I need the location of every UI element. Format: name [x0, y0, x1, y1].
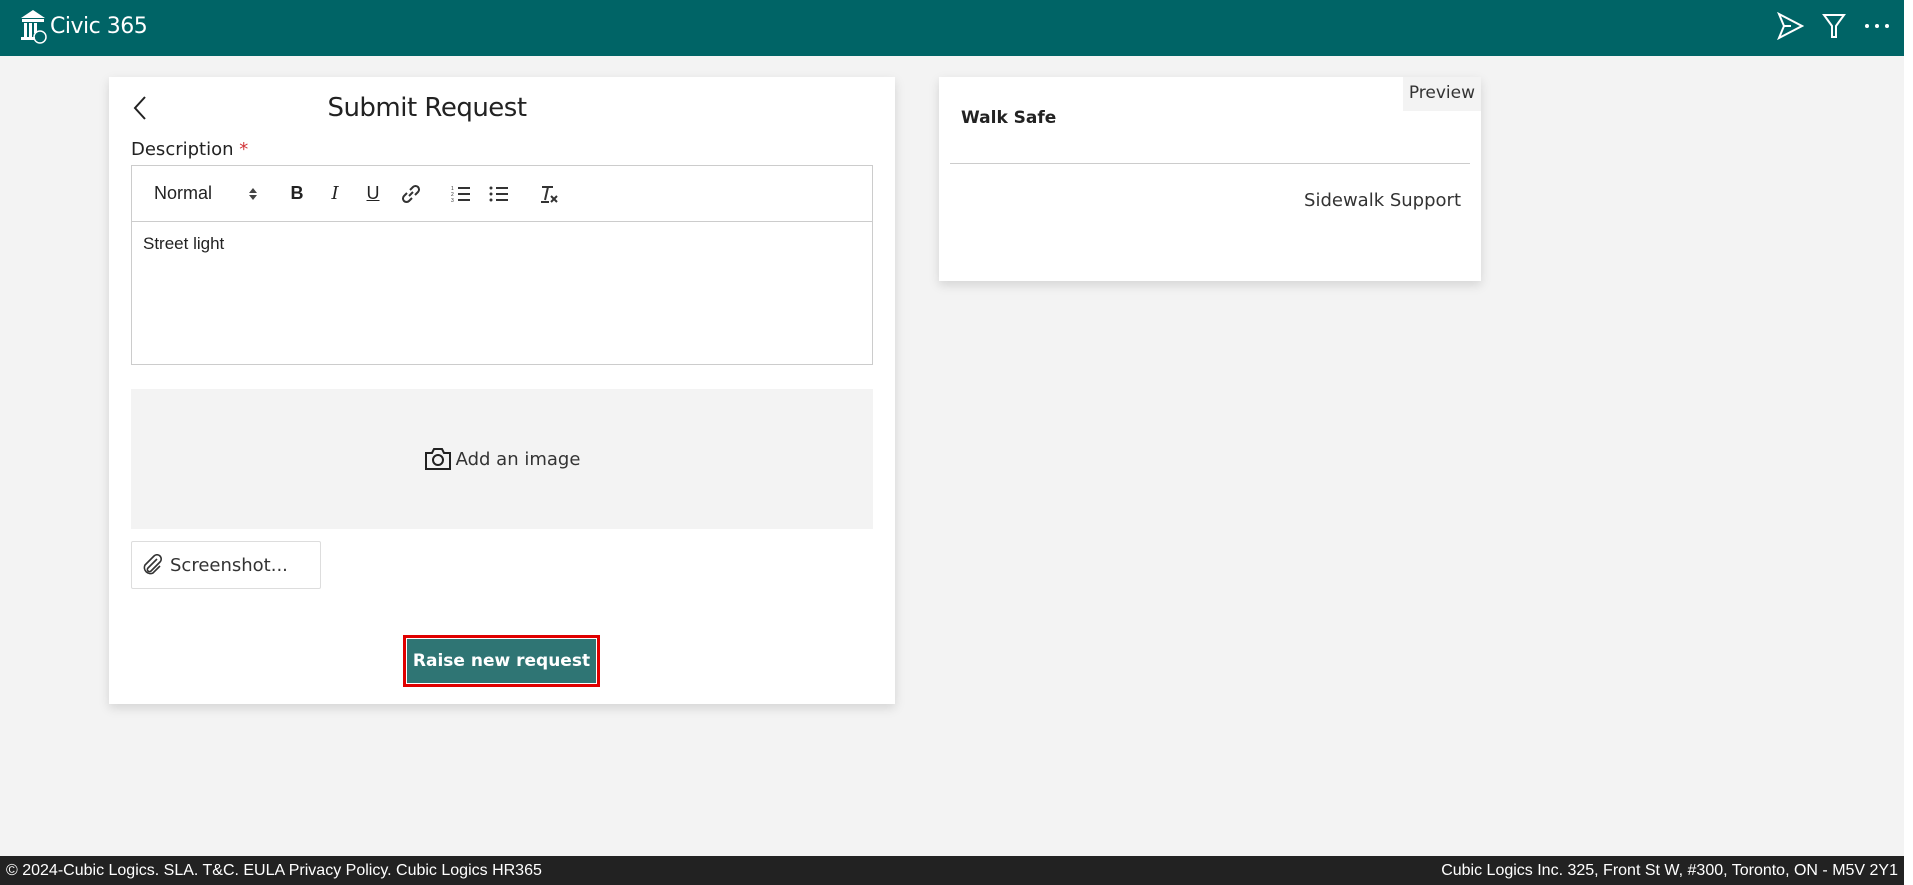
preview-category: Sidewalk Support [1304, 190, 1461, 211]
footer: © 2024-Cubic Logics. SLA. T&C. EULA Priv… [0, 856, 1904, 885]
submit-request-card: Submit Request Description * Normal B I … [109, 77, 895, 704]
raise-new-request-label: Raise new request [407, 639, 596, 683]
footer-address: Cubic Logics Inc. 325, Front St W, #300,… [1441, 861, 1898, 879]
bold-button[interactable]: B [278, 179, 316, 209]
more-icon[interactable] [1864, 22, 1890, 30]
required-mark: * [239, 139, 249, 160]
divider [950, 163, 1470, 164]
updown-icon [249, 187, 257, 200]
bullet-list-button[interactable] [480, 179, 518, 209]
link-icon [401, 184, 421, 203]
clear-format-icon [541, 185, 558, 203]
description-label-text: Description [131, 139, 234, 160]
description-label: Description * [131, 139, 248, 160]
paperclip-icon [143, 554, 163, 575]
add-image-button[interactable]: Add an image [131, 389, 873, 529]
header: Civic 365 [0, 0, 1904, 56]
clear-format-button[interactable] [530, 179, 568, 209]
format-select-value: Normal [154, 183, 213, 203]
filter-icon[interactable] [1822, 13, 1846, 39]
footer-links[interactable]: © 2024-Cubic Logics. SLA. T&C. EULA Priv… [6, 862, 542, 880]
camera-icon [424, 448, 451, 470]
raise-new-request-button[interactable]: Raise new request [403, 635, 600, 687]
preview-badge: Preview [1402, 77, 1481, 111]
logo[interactable]: Civic 365 [18, 8, 148, 44]
svg-text:3: 3 [451, 198, 454, 203]
send-icon[interactable] [1776, 12, 1804, 40]
preview-card: Preview Walk Safe Sidewalk Support [939, 77, 1481, 281]
preview-title: Walk Safe [961, 108, 1057, 128]
screenshot-label: Screenshot... [170, 554, 288, 576]
description-editor: Normal B I U 123 Street light [131, 165, 873, 365]
page-title: Submit Request [327, 93, 527, 123]
app: Civic 365 Submit Request Description * N… [0, 0, 1904, 885]
courthouse-icon [21, 10, 47, 44]
underline-button[interactable]: U [354, 179, 392, 209]
italic-button[interactable]: I [316, 179, 354, 209]
description-input[interactable]: Street light [132, 222, 872, 266]
ordered-list-button[interactable]: 123 [442, 179, 480, 209]
ordered-list-icon: 123 [451, 186, 470, 203]
link-button[interactable] [392, 179, 430, 209]
bullet-list-icon [489, 186, 508, 201]
add-image-label: Add an image [455, 448, 581, 470]
app-title: Civic 365 [50, 13, 148, 39]
screenshot-button[interactable]: Screenshot... [131, 541, 321, 589]
editor-toolbar: Normal B I U 123 [132, 166, 872, 222]
format-select[interactable]: Normal [154, 179, 264, 209]
